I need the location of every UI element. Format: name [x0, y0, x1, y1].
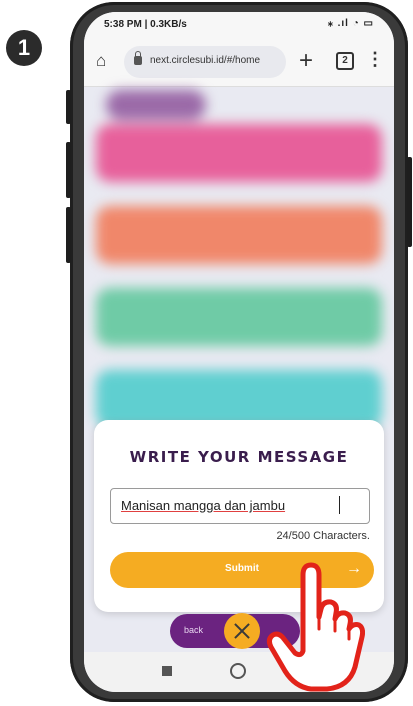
- browser-menu-icon[interactable]: ⋮: [366, 48, 384, 70]
- new-tab-icon[interactable]: +: [299, 47, 313, 75]
- close-icon[interactable]: [224, 613, 260, 649]
- home-icon[interactable]: ⌂: [96, 51, 116, 71]
- lock-icon: [134, 51, 142, 65]
- recent-apps-icon[interactable]: [162, 666, 172, 676]
- address-bar[interactable]: next.circlesubi.id/#/home: [124, 46, 286, 78]
- step-number-badge: 1: [6, 30, 42, 66]
- status-icons: ⁎ .ıl ◔ ▭: [327, 18, 374, 29]
- phone-power-button: [407, 157, 412, 247]
- message-input[interactable]: Manisan mangga dan jambu: [110, 488, 370, 524]
- status-time: 5:38 PM | 0.3KB/s: [104, 19, 187, 30]
- phone-volume-button: [66, 142, 71, 198]
- message-input-value: Manisan mangga dan jambu: [121, 498, 286, 513]
- menu-card: [96, 124, 382, 182]
- home-nav-icon[interactable]: [230, 663, 246, 679]
- status-bar: 5:38 PM | 0.3KB/s ⁎ .ıl ◔ ▭: [84, 12, 394, 38]
- tab-count-button[interactable]: 2: [336, 52, 354, 70]
- browser-toolbar: ⌂ next.circlesubi.id/#/home + 2 ⋮: [84, 38, 394, 87]
- character-counter: 24/500 Characters.: [276, 530, 370, 542]
- phone-side-button: [66, 90, 71, 124]
- menu-card: [96, 288, 382, 346]
- pointing-hand-icon: [266, 562, 365, 692]
- text-caret: [339, 496, 340, 514]
- modal-title: WRITE YOUR MESSAGE: [129, 448, 349, 466]
- phone-volume-button: [66, 207, 71, 263]
- back-link[interactable]: back: [184, 625, 203, 635]
- blurred-header-shape: [106, 90, 206, 120]
- url-text: next.circlesubi.id/#/home: [150, 55, 261, 66]
- menu-card: [96, 206, 382, 264]
- blurred-background: [84, 86, 394, 428]
